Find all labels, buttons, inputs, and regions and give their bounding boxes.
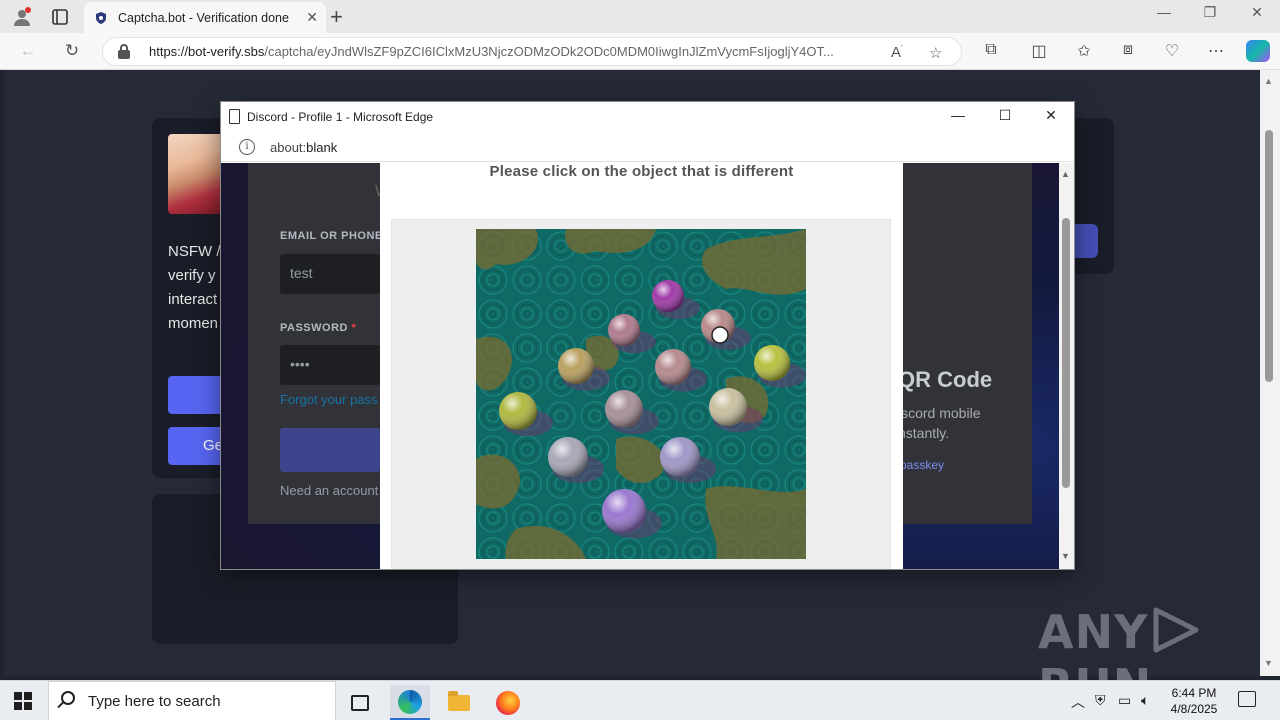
taskbar-search[interactable]: Type here to search	[48, 681, 336, 720]
task-view-icon[interactable]	[340, 685, 380, 720]
password-label: PASSWORD *	[280, 322, 357, 334]
server-avatar	[168, 134, 224, 214]
network-icon[interactable]: ▭	[1118, 692, 1131, 709]
email-label: EMAIL OR PHONE	[280, 230, 383, 242]
extensions-icon[interactable]: ⧉	[979, 41, 1003, 59]
close-tab-icon[interactable]: ✕	[306, 9, 318, 26]
read-aloud-icon[interactable]: Aʼ	[891, 44, 903, 61]
captcha-image[interactable]	[476, 229, 806, 559]
windows-start-icon[interactable]	[14, 692, 32, 710]
address-toolbar: ← ↻ https://bot-verify.sbs/captcha/eyJnd…	[0, 33, 1280, 70]
get-button[interactable]: Ge	[168, 427, 228, 465]
tab-bar: Captcha.bot - Verification done ✕ + — ❐ …	[0, 0, 1280, 33]
restore-icon[interactable]: ❐	[1187, 4, 1233, 21]
firefox-icon[interactable]	[488, 685, 528, 720]
sphere-highlight	[754, 345, 790, 381]
captcha-prompt: Please click on the object that is diffe…	[489, 163, 794, 180]
captcha-frame	[391, 219, 891, 569]
url-text[interactable]: https://bot-verify.sbs/captcha/eyJndWlsZ…	[149, 44, 884, 59]
captcha-modal: Please click on the object that is diffe…	[380, 163, 903, 569]
password-field[interactable]: ••••	[280, 345, 380, 385]
tab-captcha[interactable]: Captcha.bot - Verification done ✕	[84, 2, 326, 33]
volume-icon[interactable]: 🔈︎	[1141, 692, 1149, 709]
need-account-text: Need an account	[280, 483, 379, 498]
popup-title: Discord - Profile 1 - Microsoft Edge	[247, 110, 434, 124]
sphere-highlight	[499, 392, 537, 430]
refresh-icon[interactable]: ↻	[60, 41, 84, 61]
forgot-password-link[interactable]: Forgot your pass	[280, 392, 378, 407]
popup-scroll-up-icon[interactable]: ▲	[1061, 169, 1070, 179]
search-placeholder: Type here to search	[88, 693, 221, 710]
card-description: NSFW / verify y interact momen	[168, 243, 221, 332]
scroll-up-icon[interactable]: ▲	[1264, 76, 1273, 86]
performance-icon[interactable]: ♡	[1160, 41, 1184, 61]
popup-url[interactable]: about:blank	[270, 140, 337, 155]
collections-icon[interactable]: ⧈	[1116, 41, 1140, 59]
show-hidden-icons[interactable]: ︿	[1071, 692, 1085, 712]
close-window-icon[interactable]: ✕	[1234, 4, 1280, 21]
sphere-highlight	[652, 280, 684, 312]
security-tray-icon[interactable]: ⛨	[1095, 692, 1106, 709]
info-icon[interactable]: i	[239, 139, 255, 155]
verify-button[interactable]	[168, 376, 228, 414]
new-tab-icon[interactable]: +	[330, 4, 343, 30]
shield-icon	[96, 11, 106, 24]
popup-content: W EMAIL OR PHONE test PASSWORD * •••• Fo…	[221, 163, 1059, 569]
qr-title: QR Code	[898, 367, 993, 392]
edge-taskbar-icon[interactable]	[390, 685, 430, 720]
more-menu-icon[interactable]: ⋯	[1204, 41, 1228, 61]
popup-scroll-thumb[interactable]	[1062, 218, 1070, 488]
popup-titlebar[interactable]: Discord - Profile 1 - Microsoft Edge — ☐…	[221, 102, 1074, 132]
sphere-highlight	[655, 349, 691, 385]
passkey-link[interactable]: passkey	[900, 458, 944, 472]
lock-icon[interactable]	[117, 44, 131, 59]
sphere-highlight	[548, 437, 588, 477]
taskbar: Type here to search ︿ ⛨ ▭ 🔈︎ 6:44 PM 4/8…	[0, 680, 1280, 720]
email-field[interactable]: test	[280, 254, 380, 294]
cursor	[711, 326, 729, 344]
popup-addressbar[interactable]: i about:blank	[221, 132, 1074, 162]
sphere-highlight	[709, 388, 747, 426]
sphere-highlight	[605, 390, 643, 428]
discord-popup-window: Discord - Profile 1 - Microsoft Edge — ☐…	[220, 101, 1075, 570]
search-icon	[61, 691, 75, 705]
notification-icon[interactable]	[1238, 691, 1256, 707]
login-button[interactable]	[280, 428, 380, 472]
qr-subtitle: iscord mobile nstantly.	[898, 405, 981, 441]
sphere-highlight	[602, 489, 646, 533]
file-explorer-icon[interactable]	[439, 685, 479, 720]
url-bar[interactable]: https://bot-verify.sbs/captcha/eyJndWlsZ…	[102, 37, 962, 66]
back-icon[interactable]: ←	[16, 41, 40, 61]
popup-scrollbar[interactable]: ▲ ▼	[1059, 163, 1074, 569]
popup-minimize-icon[interactable]: —	[935, 107, 981, 123]
popup-maximize-icon[interactable]: ☐	[982, 107, 1028, 124]
system-clock[interactable]: 6:44 PM 4/8/2025	[1166, 685, 1222, 717]
page-icon	[229, 109, 240, 124]
sphere-highlight	[608, 314, 640, 346]
favorite-star-icon[interactable]: ☆	[929, 44, 942, 62]
tab-actions-icon[interactable]	[49, 6, 71, 28]
minimize-icon[interactable]: —	[1141, 4, 1187, 20]
sphere-highlight	[660, 437, 700, 477]
copilot-icon[interactable]	[1246, 40, 1270, 62]
tab-title: Captcha.bot - Verification done	[118, 10, 289, 25]
split-screen-icon[interactable]: ◫	[1027, 41, 1051, 61]
favorites-icon[interactable]: ✩	[1072, 41, 1096, 61]
profile-icon[interactable]	[11, 6, 33, 28]
sphere-highlight	[558, 348, 594, 384]
scroll-thumb[interactable]	[1265, 130, 1273, 382]
popup-close-icon[interactable]: ✕	[1028, 107, 1074, 124]
popup-scroll-down-icon[interactable]: ▼	[1061, 551, 1070, 561]
page-scrollbar[interactable]: ▲ ▼	[1260, 70, 1280, 676]
